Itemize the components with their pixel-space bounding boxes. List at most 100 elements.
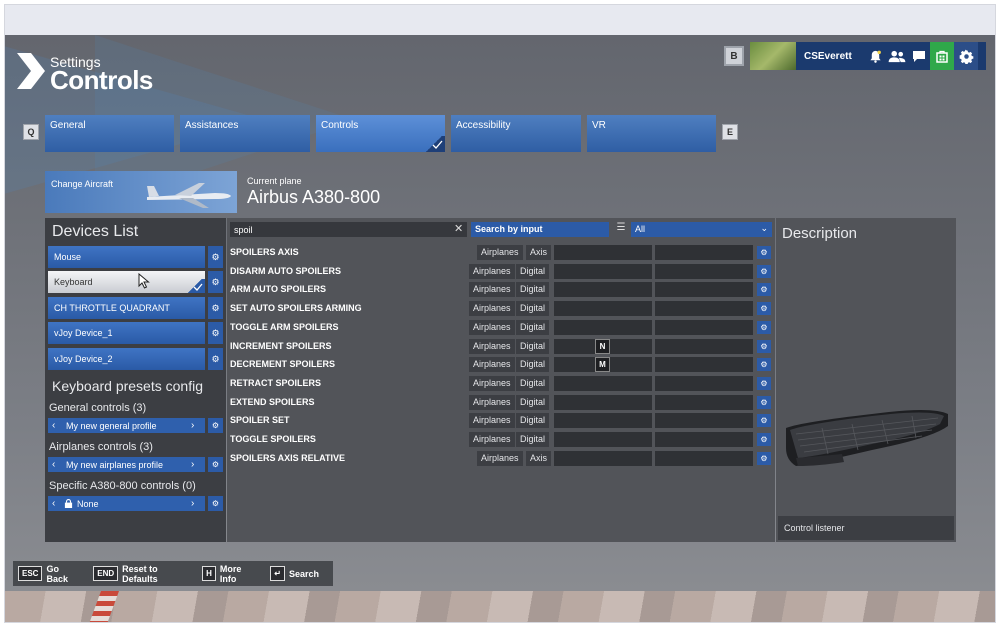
device-item-ch-throttle[interactable]: CH THROTTLE QUADRANT [48,297,205,319]
secondary-binding-slot[interactable] [655,432,753,447]
secondary-binding-slot[interactable] [655,263,753,279]
go-back-button[interactable]: Go Back [46,564,79,584]
binding-row[interactable]: SET AUTO SPOILERS ARMING Airplanes Digital… [227,300,775,317]
binding-settings-icon[interactable]: ⚙ [757,264,771,278]
binding-settings-icon[interactable]: ⚙ [757,376,771,390]
primary-binding-slot[interactable] [554,450,652,466]
secondary-binding-slot[interactable] [655,282,753,298]
tab-controls[interactable]: Controls [316,115,445,152]
general-controls-heading: General controls (3) [49,402,147,414]
secondary-binding-slot[interactable] [655,357,753,373]
device-label: CH THROTTLE QUADRANT [54,303,170,313]
binding-row[interactable]: RETRACT SPOILERS Airplanes Digital ⚙ [227,375,775,392]
primary-binding-slot[interactable] [554,375,652,391]
airplanes-profile-selector[interactable]: ‹ My new airplanes profile › [48,457,205,472]
search-input[interactable] [230,222,467,237]
chevron-down-icon: ⌄ [760,223,768,233]
binding-row[interactable]: INCREMENT SPOILERS Airplanes Digital N ⚙ [227,338,775,355]
binding-settings-icon[interactable]: ⚙ [757,395,771,409]
secondary-binding-slot[interactable] [655,394,753,410]
secondary-binding-slot[interactable] [655,375,753,391]
clear-search-icon[interactable]: ✕ [454,222,466,237]
chevron-right-icon[interactable]: › [191,498,201,509]
secondary-binding-slot[interactable] [655,338,753,354]
profile-settings-icon[interactable]: ⚙ [208,496,223,511]
primary-binding-slot[interactable] [554,282,652,298]
binding-settings-icon[interactable]: ⚙ [757,451,771,465]
gear-icon[interactable] [954,42,978,70]
binding-row[interactable]: TOGGLE ARM SPOILERS Airplanes Digital ⚙ [227,319,775,336]
secondary-binding-slot[interactable] [655,319,753,335]
binding-settings-icon[interactable]: ⚙ [757,433,771,446]
binding-settings-icon[interactable]: ⚙ [757,283,771,297]
specific-profile-selector[interactable]: ‹ None › [48,496,205,511]
chevron-left-icon[interactable]: ‹ [52,459,62,470]
binding-row[interactable]: DECREMENT SPOILERS Airplanes Digital M ⚙ [227,356,775,373]
binding-row[interactable]: SPOILER SET Airplanes Digital ⚙ [227,412,775,429]
friends-icon[interactable] [886,42,908,70]
tab-accessibility[interactable]: Accessibility [451,115,581,152]
binding-settings-icon[interactable]: ⚙ [757,339,771,353]
binding-category: Airplanes [469,394,515,410]
secondary-binding-slot[interactable] [655,245,753,260]
binding-category: Airplanes [469,375,515,391]
secondary-binding-slot[interactable] [655,301,753,317]
binding-row[interactable]: ARM AUTO SPOILERS Airplanes Digital ⚙ [227,281,775,298]
store-icon[interactable] [930,42,954,70]
primary-binding-slot[interactable] [554,245,652,260]
primary-binding-slot[interactable] [554,301,652,317]
secondary-binding-slot[interactable] [655,413,753,429]
tab-assistances[interactable]: Assistances [180,115,310,152]
change-aircraft-button[interactable]: Change Aircraft [45,171,237,213]
chat-icon[interactable] [908,42,930,70]
primary-binding-slot[interactable] [554,432,652,447]
binding-row[interactable]: SPOILERS AXIS RELATIVE Airplanes Axis ⚙ [227,450,775,467]
binding-settings-icon[interactable]: ⚙ [757,358,771,372]
device-settings-icon[interactable]: ⚙ [208,297,223,319]
device-item-mouse[interactable]: Mouse [48,246,205,268]
filter-dropdown[interactable]: All ⌄ [631,222,772,237]
primary-binding-slot[interactable] [554,263,652,279]
tab-general[interactable]: General [45,115,174,152]
filter-list-icon[interactable]: ☰ [613,222,629,237]
search-mode-button[interactable]: Search by input [471,222,609,237]
device-item-keyboard[interactable]: Keyboard [48,271,205,293]
binding-settings-icon[interactable]: ⚙ [757,302,771,316]
tab-vr[interactable]: VR [587,115,716,152]
binding-name: TOGGLE ARM SPOILERS [230,321,339,332]
binding-settings-icon[interactable]: ⚙ [757,320,771,334]
primary-binding-slot[interactable] [554,319,652,335]
binding-type: Axis [526,450,552,466]
binding-settings-icon[interactable]: ⚙ [757,414,771,428]
general-profile-selector[interactable]: ‹ My new general profile › [48,418,205,433]
device-settings-icon[interactable]: ⚙ [208,348,223,370]
device-settings-icon[interactable]: ⚙ [208,246,223,268]
binding-row[interactable]: EXTEND SPOILERS Airplanes Digital ⚙ [227,394,775,411]
chevron-left-icon[interactable]: ‹ [52,420,62,431]
device-settings-icon[interactable]: ⚙ [208,271,223,293]
binding-row[interactable]: TOGGLE SPOILERS Airplanes Digital ⚙ [227,431,775,448]
binding-row[interactable]: SPOILERS AXIS Airplanes Axis ⚙ [227,244,775,261]
secondary-binding-slot[interactable] [655,450,753,466]
key-hint-esc: ESC [18,566,43,581]
username[interactable]: CSEverett [804,51,864,62]
device-item-vjoy-2[interactable]: vJoy Device_2 [48,348,205,370]
binding-settings-icon[interactable]: ⚙ [757,246,771,259]
search-button[interactable]: Search [289,569,319,579]
device-settings-icon[interactable]: ⚙ [208,322,223,344]
primary-binding-slot[interactable] [554,394,652,410]
tab-label: General [50,120,86,131]
current-plane-label: Current plane [247,176,302,186]
reset-defaults-button[interactable]: Reset to Defaults [122,564,188,584]
more-info-button[interactable]: More Info [220,564,256,584]
chevron-right-icon[interactable]: › [191,459,201,470]
chevron-left-icon[interactable]: ‹ [52,498,62,509]
profile-settings-icon[interactable]: ⚙ [208,457,223,472]
primary-binding-slot[interactable] [554,413,652,429]
device-item-vjoy-1[interactable]: vJoy Device_1 [48,322,205,344]
chevron-right-icon[interactable]: › [191,420,201,431]
binding-row[interactable]: DISARM AUTO SPOILERS Airplanes Digital ⚙ [227,263,775,280]
bell-icon[interactable] [864,42,886,70]
profile-settings-icon[interactable]: ⚙ [208,418,223,433]
avatar[interactable] [750,42,796,70]
